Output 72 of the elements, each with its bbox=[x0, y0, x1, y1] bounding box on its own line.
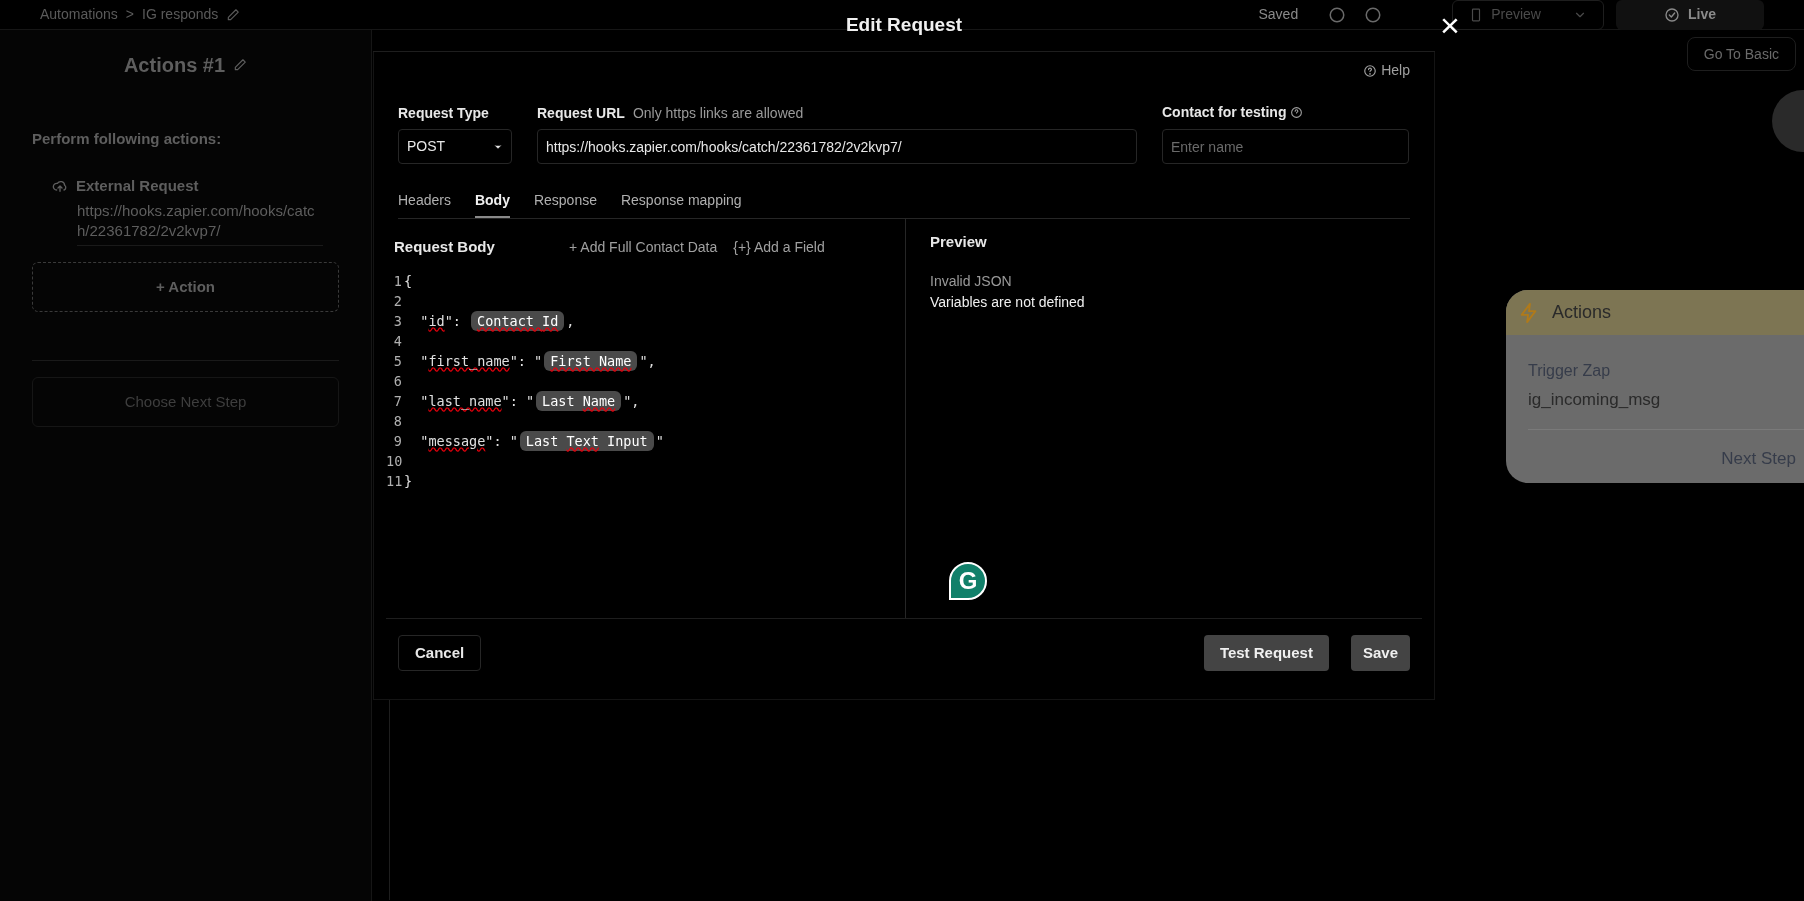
line-number: 7 bbox=[392, 391, 402, 411]
line-number: 9 bbox=[392, 431, 402, 451]
add-field-link[interactable]: {+} Add a Field bbox=[733, 236, 825, 258]
line-number: 3 bbox=[392, 311, 402, 331]
code-token: ": " bbox=[509, 351, 543, 371]
pencil-icon bbox=[226, 7, 241, 22]
grammar-checker-badge[interactable]: G bbox=[949, 562, 987, 600]
card-value: ig_incoming_msg bbox=[1527, 389, 1662, 411]
line-number: 8 bbox=[392, 411, 402, 431]
line-number: 11 bbox=[386, 471, 402, 491]
code-token: " bbox=[419, 311, 429, 331]
help-link[interactable]: Help bbox=[1363, 60, 1410, 81]
code-token: ": " bbox=[501, 391, 535, 411]
section-title: Request Body bbox=[394, 236, 496, 257]
field-label: Contact for testing bbox=[1162, 102, 1287, 122]
code-token: id bbox=[428, 311, 445, 331]
code-token: " bbox=[419, 351, 429, 371]
preview-message: Variables are not defined bbox=[930, 293, 1086, 312]
preview-status: Invalid JSON bbox=[930, 272, 1013, 291]
line-number: 10 bbox=[386, 451, 402, 471]
code-token: message bbox=[428, 431, 486, 451]
request-type-select[interactable]: POST bbox=[398, 129, 512, 164]
code-token: ": bbox=[444, 311, 462, 331]
field-hint: Only https links are allowed bbox=[632, 104, 804, 123]
modal-title: Edit Request bbox=[845, 13, 963, 38]
contact-input[interactable]: Enter name bbox=[1162, 129, 1409, 164]
test-request-button[interactable]: Test Request bbox=[1203, 635, 1329, 671]
field-label: Request URL bbox=[537, 104, 625, 123]
action-url: https://hooks.zapier.com/hooks/catch/22361782/2v2kvp7/ bbox=[77, 201, 323, 246]
live-button[interactable]: Live bbox=[1616, 0, 1764, 30]
card-title: Actions bbox=[1552, 301, 1612, 324]
line-number: 4 bbox=[392, 331, 402, 351]
variable-chip[interactable]: Last Text Input bbox=[519, 430, 654, 452]
circle-icon bbox=[1328, 5, 1347, 24]
section-label: Perform following actions: bbox=[32, 129, 223, 149]
variable-chip[interactable]: First Name bbox=[544, 350, 638, 372]
tab[interactable]: Headers bbox=[398, 184, 451, 218]
circle-icon bbox=[1364, 5, 1383, 24]
code-token: last_name bbox=[428, 391, 502, 412]
tab[interactable]: Body bbox=[474, 184, 510, 218]
help-icon bbox=[1363, 63, 1378, 78]
basic-view-button[interactable]: Go To Basic bbox=[1686, 37, 1796, 71]
url-input[interactable]: https://hooks.zapier.com/hooks/catch/22361782/2v2kvp7/ bbox=[537, 129, 1137, 164]
breadcrumb-separator: > bbox=[125, 5, 134, 24]
line-number: 6 bbox=[392, 371, 402, 391]
variable-chip[interactable]: Contact Id bbox=[471, 310, 565, 332]
check-circle-icon bbox=[1664, 6, 1680, 23]
pencil-icon bbox=[233, 58, 248, 72]
save-button[interactable]: Save bbox=[1350, 635, 1410, 671]
line-number: 1 bbox=[392, 271, 402, 291]
cancel-button[interactable]: Cancel bbox=[398, 635, 482, 671]
code-token: } bbox=[404, 471, 413, 491]
code-token: first_name bbox=[428, 351, 510, 372]
code-token: " bbox=[419, 391, 429, 411]
code-token: ", bbox=[639, 351, 656, 371]
variable-chip[interactable]: Last Name bbox=[536, 390, 622, 412]
line-number: 2 bbox=[392, 291, 402, 311]
line-number: 5 bbox=[392, 351, 402, 371]
add-contact-data-link[interactable]: + Add Full Contact Data bbox=[569, 236, 718, 258]
saved-status: Saved bbox=[1258, 5, 1299, 24]
code-token: { bbox=[404, 271, 413, 291]
field-label: Request Type bbox=[398, 104, 490, 121]
code-token: ", bbox=[623, 391, 640, 411]
help-icon bbox=[1290, 105, 1304, 119]
section-title: Preview bbox=[930, 231, 988, 252]
code-token: " bbox=[419, 431, 429, 451]
code-token: " bbox=[655, 431, 664, 451]
code-token: ": " bbox=[485, 431, 518, 451]
tab[interactable]: Response mapping bbox=[620, 184, 742, 218]
panel-title: Actions #1 bbox=[123, 53, 226, 78]
tab[interactable]: Response bbox=[533, 184, 597, 218]
code-token: , bbox=[566, 311, 575, 331]
